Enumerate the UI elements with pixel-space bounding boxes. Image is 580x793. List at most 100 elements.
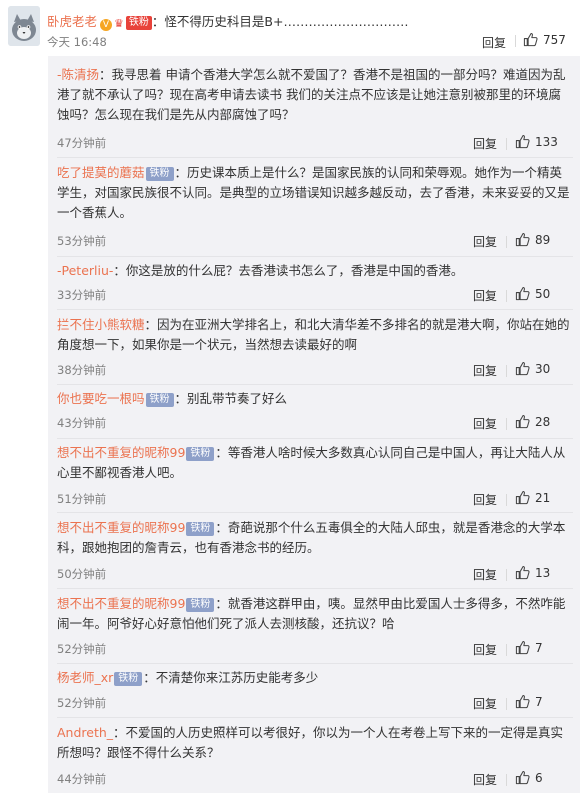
reply-item: 杨老师_xr 铁粉 ：不清楚你来江苏历史能考多少 52分钟前 回复 7 <box>57 668 572 711</box>
divider <box>57 438 573 439</box>
reply-meta: 44分钟前 回复 6 <box>57 771 572 789</box>
reply-meta: 38分钟前 回复 30 <box>57 362 572 380</box>
action-divider <box>515 35 516 47</box>
reply-button[interactable]: 回复 <box>473 695 497 712</box>
fan-badge: 铁粉 <box>145 167 174 181</box>
like-button[interactable]: 13 <box>515 565 550 580</box>
like-count: 21 <box>535 490 551 505</box>
reply-text-block: 拦不住小熊软糖：因为在亚洲大学排名上，和北大清华差不多排名的就是港大啊，你站在她… <box>57 315 572 355</box>
reply-button[interactable]: 回复 <box>473 233 497 250</box>
reply-button[interactable]: 回复 <box>473 641 497 658</box>
like-button[interactable]: 133 <box>515 134 558 149</box>
reply-text-block: 你也要吃一根吗 铁粉 ：别乱带节奏了好么 <box>57 389 572 409</box>
like-button[interactable]: 28 <box>515 414 550 429</box>
like-button[interactable]: 7 <box>515 640 543 655</box>
like-button[interactable]: 50 <box>515 286 550 301</box>
fan-badge: 铁粉 <box>145 393 174 407</box>
main-comment: 卧虎老老 V ♛ 铁粉 ：怪不得历史科目是B+………………………… 今天 16:48 回… <box>0 0 580 56</box>
reply-time: 52分钟前 <box>57 642 107 656</box>
divider <box>57 256 573 257</box>
divider <box>57 717 573 718</box>
action-divider <box>506 774 507 786</box>
main-reply-button[interactable]: 回复 <box>482 34 506 51</box>
like-count: 133 <box>535 134 558 149</box>
reply-meta: 47分钟前 回复 133 <box>57 135 572 153</box>
like-count: 7 <box>535 640 543 655</box>
divider <box>57 588 573 589</box>
reply-meta: 53分钟前 回复 89 <box>57 233 572 251</box>
reply-button[interactable]: 回复 <box>473 491 497 508</box>
like-button[interactable]: 6 <box>515 770 543 785</box>
reply-text: ：别乱带节奏了好么 <box>174 391 288 406</box>
reply-meta: 33分钟前 回复 50 <box>57 287 572 305</box>
action-divider <box>506 644 507 656</box>
thumbs-up-icon <box>515 286 530 301</box>
reply-item: 拦不住小熊软糖：因为在亚洲大学排名上，和北大清华差不多排名的就是港大啊，你站在她… <box>57 315 572 378</box>
reply-button[interactable]: 回复 <box>473 362 497 379</box>
reply-username[interactable]: 杨老师_xr <box>57 670 113 685</box>
reply-time: 50分钟前 <box>57 567 107 581</box>
fan-badge: 铁粉 <box>186 598 215 612</box>
reply-time: 38分钟前 <box>57 363 107 377</box>
fan-badge: 铁粉 <box>125 16 152 30</box>
reply-item: 你也要吃一根吗 铁粉 ：别乱带节奏了好么 43分钟前 回复 28 <box>57 389 572 431</box>
thumbs-up-icon <box>515 694 530 709</box>
reply-button[interactable]: 回复 <box>473 566 497 583</box>
reply-meta: 43分钟前 回复 28 <box>57 415 572 433</box>
divider <box>57 309 573 310</box>
reply-time: 47分钟前 <box>57 136 107 150</box>
avatar[interactable] <box>8 6 40 46</box>
reply-username[interactable]: Andreth_ <box>57 725 113 740</box>
like-button[interactable]: 30 <box>515 361 550 376</box>
reply-text: ：不清楚你来江苏历史能考多少 <box>143 670 319 685</box>
like-button[interactable]: 7 <box>515 694 543 709</box>
fan-badge: 铁粉 <box>186 522 215 536</box>
thumbs-up-icon <box>515 565 530 580</box>
reply-button[interactable]: 回复 <box>473 135 497 152</box>
reply-item: 吃了提莫的蘑菇 铁粉 ：历史课本质上是什么？是国家民族的认同和荣辱观。她作为一个精英… <box>57 163 572 249</box>
like-count: 50 <box>535 286 551 301</box>
reply-username[interactable]: -陈清扬 <box>57 67 99 82</box>
reply-button[interactable]: 回复 <box>473 287 497 304</box>
reply-item: 想不出不重复的昵称99 铁粉 ：奇葩说那个什么五毒俱全的大陆人邱虫，就是香港念的大学… <box>57 518 572 582</box>
thumbs-up-icon <box>515 640 530 655</box>
reply-username[interactable]: 拦不住小熊软糖 <box>57 317 145 332</box>
reply-time: 43分钟前 <box>57 416 107 430</box>
main-username[interactable]: 卧虎老老 <box>47 14 97 29</box>
thumbs-up-icon <box>515 232 530 247</box>
like-count: 30 <box>535 361 551 376</box>
reply-username[interactable]: 想不出不重复的昵称99 <box>57 520 185 535</box>
reply-item: 想不出不重复的昵称99 铁粉 ：等香港人啥时候大多数真心认同自己是中国人，再让大陆人… <box>57 443 572 507</box>
main-like-button[interactable]: 757 <box>523 32 566 47</box>
reply-text-block: -Peterliu-：你这是放的什么屁？去香港读书怎么了，香港是中国的香港。 <box>57 261 572 281</box>
reply-text-block: 想不出不重复的昵称99 铁粉 ：就香港这群甲由，咦。显然甲由比爱国人士多得多，不然咋… <box>57 594 572 634</box>
reply-username[interactable]: -Peterliu- <box>57 263 113 278</box>
reply-button[interactable]: 回复 <box>473 415 497 432</box>
reply-time: 44分钟前 <box>57 772 107 786</box>
like-button[interactable]: 21 <box>515 490 550 505</box>
divider <box>57 663 573 664</box>
reply-item: -陈清扬：我寻思着 申请个香港大学怎么就不爱国了？香港不是祖国的一部分吗？难道因… <box>57 65 572 151</box>
reply-username[interactable]: 想不出不重复的昵称99 <box>57 445 185 460</box>
thumbs-up-icon <box>515 490 530 505</box>
like-count: 6 <box>535 770 543 785</box>
divider <box>57 384 573 385</box>
thumbs-up-icon <box>515 134 530 149</box>
thumbs-up-icon <box>515 770 530 785</box>
reply-text-block: 想不出不重复的昵称99 铁粉 ：等香港人啥时候大多数真心认同自己是中国人，再让大陆人… <box>57 443 572 483</box>
reply-username[interactable]: 想不出不重复的昵称99 <box>57 596 185 611</box>
reply-username[interactable]: 你也要吃一根吗 <box>57 391 145 406</box>
divider <box>57 512 573 513</box>
like-button[interactable]: 89 <box>515 232 550 247</box>
thumbs-up-icon <box>515 414 530 429</box>
action-divider <box>506 418 507 430</box>
reply-text-block: 杨老师_xr 铁粉 ：不清楚你来江苏历史能考多少 <box>57 668 572 688</box>
reply-time: 52分钟前 <box>57 696 107 710</box>
verified-icon: V <box>100 19 113 31</box>
reply-username[interactable]: 吃了提莫的蘑菇 <box>57 165 145 180</box>
crown-icon: ♛ <box>114 17 124 30</box>
like-count: 13 <box>535 565 551 580</box>
tiger-avatar-icon <box>8 6 40 46</box>
reply-text: ：我寻思着 申请个香港大学怎么就不爱国了？香港不是祖国的一部分吗？难道因为乱港了… <box>57 67 566 122</box>
reply-button[interactable]: 回复 <box>473 771 497 788</box>
